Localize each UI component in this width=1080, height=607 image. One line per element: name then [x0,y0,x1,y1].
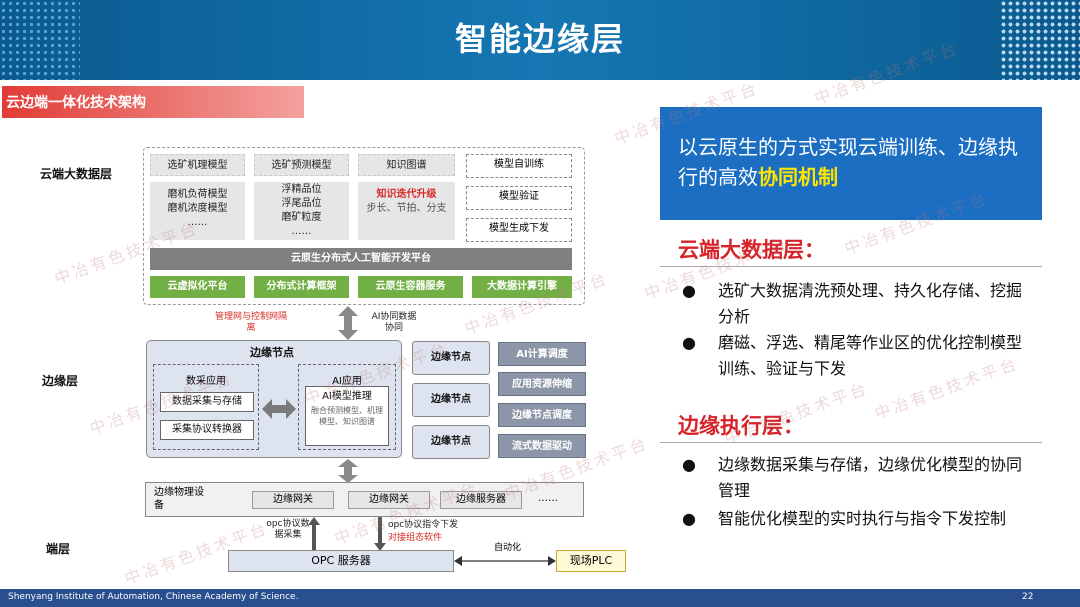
opc-server-box: OPC 服务器 [228,550,454,572]
ai-compute-scheduling-button: AI计算调度 [498,342,586,366]
cloud-col2-line: 浮尾品位 [281,198,322,209]
app-resource-scaling-button: 应用资源伸缩 [498,372,586,396]
config-software-label: 对接组态软件 [388,533,443,543]
automation-label: 自动化 [494,543,522,553]
page-number: 22 [1022,592,1034,602]
model-self-train-cell: 模型自训练 [466,154,572,178]
section-title: 云边端一体化技术架构 [6,95,146,111]
cloud-col2-head: 选矿预测模型 [254,154,349,176]
cloud-bullet-1: 选矿大数据清洗预处理、持久化存储、挖掘分析 [718,281,1023,326]
cloud-col2-body: 浮精品位 浮尾品位 磨矿粒度 …… [254,182,349,240]
network-isolation-label: 管理网与控制网隔离 [214,312,287,333]
banner-main-text: 以云原生的方式实现云端训练、边缘执行的高效 [678,135,1018,189]
layer-label-cloud: 云端大数据层 [40,167,113,181]
bullet-dot: ● [682,455,696,474]
cloud-edge-double-arrow-icon [338,306,358,340]
cloud-col1-line: 磨机负荷模型 [167,189,228,200]
edge-devices-label: 边缘物理设备 [154,487,204,511]
edge-bullet-2: 智能优化模型的实时执行与指令下发控制 [718,509,1007,528]
footer-org: Shenyang Institute of Automation, Chines… [8,592,299,602]
knowledge-upgrade-label: 知识迭代升级 [376,189,437,200]
edge-node-side-3: 边缘节点 [412,425,490,459]
cloud-virtualization-button: 云虚拟化平台 [150,276,245,298]
protocol-converter-cell: 采集协议转换器 [160,420,254,440]
layer-label-end: 端层 [46,542,71,556]
cloud-col1-line: 磨机浓度模型 [167,203,228,214]
field-plc-box: 现场PLC [556,550,626,572]
devices-more: …… [538,493,558,504]
edge-device-double-arrow-icon [338,459,358,483]
cloud-col3-body: 知识迭代升级 步长、节拍、分支 [358,182,455,240]
edge-node-side-2: 边缘节点 [412,383,490,417]
cloud-col2-line: …… [291,226,312,237]
knowledge-steps-label: 步长、节拍、分支 [366,203,447,214]
ai-data-collab-label: AI协同数据协同 [371,312,417,333]
bullet-dot: ● [682,333,696,352]
edge-node-scheduling-button: 边缘节点调度 [498,403,586,427]
model-validate-cell: 模型验证 [466,186,572,210]
edge-node-title: 边缘节点 [250,346,294,359]
model-deploy-cell: 模型生成下发 [466,218,572,242]
edge-bullet-1: 边缘数据采集与存储，边缘优化模型的协同管理 [718,455,1023,500]
cloud-col2-line: 浮精品位 [281,184,322,195]
banner-highlight-text: 协同机制 [758,165,838,189]
cloud-col3-head: 知识图谱 [358,154,455,176]
edge-exchange-arrow-icon [262,399,296,419]
cloud-col1-head: 选矿机理模型 [150,154,245,176]
bullet-dot: ● [682,509,696,528]
divider-2 [660,442,1042,443]
summary-banner-text: 以云原生的方式实现云端训练、边缘执行的高效协同机制 [678,132,1030,192]
ai-platform-bar: 云原生分布式人工智能开发平台 [150,248,572,270]
cloud-col2-line: 磨矿粒度 [281,212,322,223]
edge-gateway-1: 边缘网关 [252,491,334,509]
ai-inference-desc: 融合预测模型、机理模型、知识图谱 [311,406,383,426]
automation-double-arrow-icon [454,556,556,566]
distributed-compute-button: 分布式计算框架 [254,276,349,298]
layer-label-edge: 边缘层 [42,374,79,388]
container-service-button: 云原生容器服务 [358,276,463,298]
